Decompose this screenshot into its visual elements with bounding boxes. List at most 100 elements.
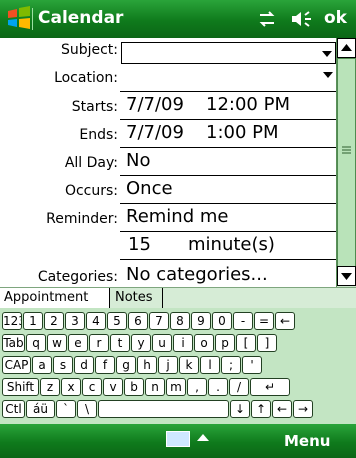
location-input[interactable] [121,68,336,90]
windows-start-icon[interactable] [6,5,32,31]
key-space[interactable] [98,400,229,418]
volume-icon[interactable] [290,10,314,28]
key-symbol[interactable]: , [187,378,207,396]
reminder-label: Reminder: [46,211,118,227]
divider [120,203,336,204]
reminder-value[interactable]: Remind me [126,206,228,227]
key-symbol[interactable]: - [233,312,253,330]
key-symbol[interactable]: = [254,312,274,330]
key-8[interactable]: 8 [170,312,190,330]
key-symbol[interactable]: ' [242,356,262,374]
key-symbol[interactable]: ↵ [250,378,290,396]
ends-time[interactable]: 1:00 PM [206,122,279,143]
key-0[interactable]: 0 [212,312,232,330]
tab-notes[interactable]: Notes [111,288,163,309]
scroll-down-icon [341,273,352,280]
reminder-unit[interactable]: minute(s) [188,234,275,255]
ends-row: Ends: 7/7/09 1:00 PM [0,122,336,148]
key-x[interactable]: x [61,378,81,396]
key-9[interactable]: 9 [191,312,211,330]
key-symbol[interactable]: → [293,400,313,418]
ok-button[interactable]: ok [324,8,347,28]
location-row: Location: [0,66,336,92]
key-5[interactable]: 5 [107,312,127,330]
key-cap[interactable]: CAP [2,356,31,374]
key-e[interactable]: e [68,334,88,352]
key-u[interactable]: u [152,334,172,352]
menu-button[interactable]: Menu [284,432,330,450]
key-i[interactable]: i [173,334,193,352]
connectivity-icon[interactable] [256,11,278,27]
scroll-up-button[interactable] [337,38,356,58]
key-7[interactable]: 7 [149,312,169,330]
key-w[interactable]: w [47,334,67,352]
subject-dropdown-icon[interactable] [322,51,332,57]
key-p[interactable]: p [215,334,235,352]
key-tab[interactable]: Tab [2,334,25,352]
reminder-time-row: 15 minute(s) [0,234,336,260]
key-f[interactable]: f [95,356,115,374]
key-h[interactable]: h [137,356,157,374]
subject-input[interactable] [121,42,336,64]
key-symbol[interactable]: ↓ [230,400,250,418]
key-symbol[interactable]: ] [257,334,277,352]
key-symbol[interactable]: ` [56,400,76,418]
key-t[interactable]: t [110,334,130,352]
scroll-down-button[interactable] [337,266,356,286]
tab-appointment[interactable]: Appointment [0,288,110,309]
key-symbol[interactable]: \ [77,400,97,418]
categories-value[interactable]: No categories... [126,264,268,285]
location-dropdown-icon[interactable] [323,72,333,78]
title-separator [32,8,33,30]
key-symbol[interactable]: [ [236,334,256,352]
key-v[interactable]: v [103,378,123,396]
key-symbol[interactable]: ← [275,312,295,330]
key-l[interactable]: l [200,356,220,374]
key-d[interactable]: d [74,356,94,374]
starts-time[interactable]: 12:00 PM [206,94,290,115]
key-c[interactable]: c [82,378,102,396]
key-symbol[interactable]: áü [26,400,55,418]
key-y[interactable]: y [131,334,151,352]
key-symbol[interactable]: . [208,378,228,396]
key-symbol[interactable]: ↑ [251,400,271,418]
key-z[interactable]: z [40,378,60,396]
key-b[interactable]: b [124,378,144,396]
key-n[interactable]: n [145,378,165,396]
reminder-amount[interactable]: 15 [128,234,151,255]
key-1[interactable]: 1 [23,312,43,330]
key-s[interactable]: s [53,356,73,374]
key-6[interactable]: 6 [128,312,148,330]
key-ctl[interactable]: Ctl [2,400,25,418]
key-3[interactable]: 3 [65,312,85,330]
key-j[interactable]: j [158,356,178,374]
appointment-form: Subject: Location: Starts: 7/7/09 12:00 … [0,38,336,287]
key-m[interactable]: m [166,378,186,396]
key-k[interactable]: k [179,356,199,374]
occurs-row: Occurs: Once [0,178,336,204]
allday-row: All Day: No [0,150,336,176]
key-a[interactable]: a [32,356,52,374]
key-g[interactable]: g [116,356,136,374]
key-o[interactable]: o [194,334,214,352]
keyboard-icon[interactable] [166,431,190,447]
key-shift[interactable]: Shift [2,378,39,396]
key-123[interactable]: 123 [2,312,22,330]
divider [120,91,336,92]
key-symbol[interactable]: ← [272,400,292,418]
occurs-value[interactable]: Once [126,178,173,199]
subject-row: Subject: [0,38,336,64]
key-symbol[interactable]: / [229,378,249,396]
key-symbol[interactable]: ; [221,356,241,374]
allday-value[interactable]: No [126,150,150,171]
key-q[interactable]: q [26,334,46,352]
ends-date[interactable]: 7/7/09 [126,122,184,143]
sip-arrow-icon[interactable] [197,434,209,441]
vertical-scrollbar[interactable] [336,38,356,287]
ends-label: Ends: [79,127,118,143]
key-r[interactable]: r [89,334,109,352]
key-4[interactable]: 4 [86,312,106,330]
scroll-thumb[interactable] [337,58,356,280]
starts-date[interactable]: 7/7/09 [126,94,184,115]
key-2[interactable]: 2 [44,312,64,330]
